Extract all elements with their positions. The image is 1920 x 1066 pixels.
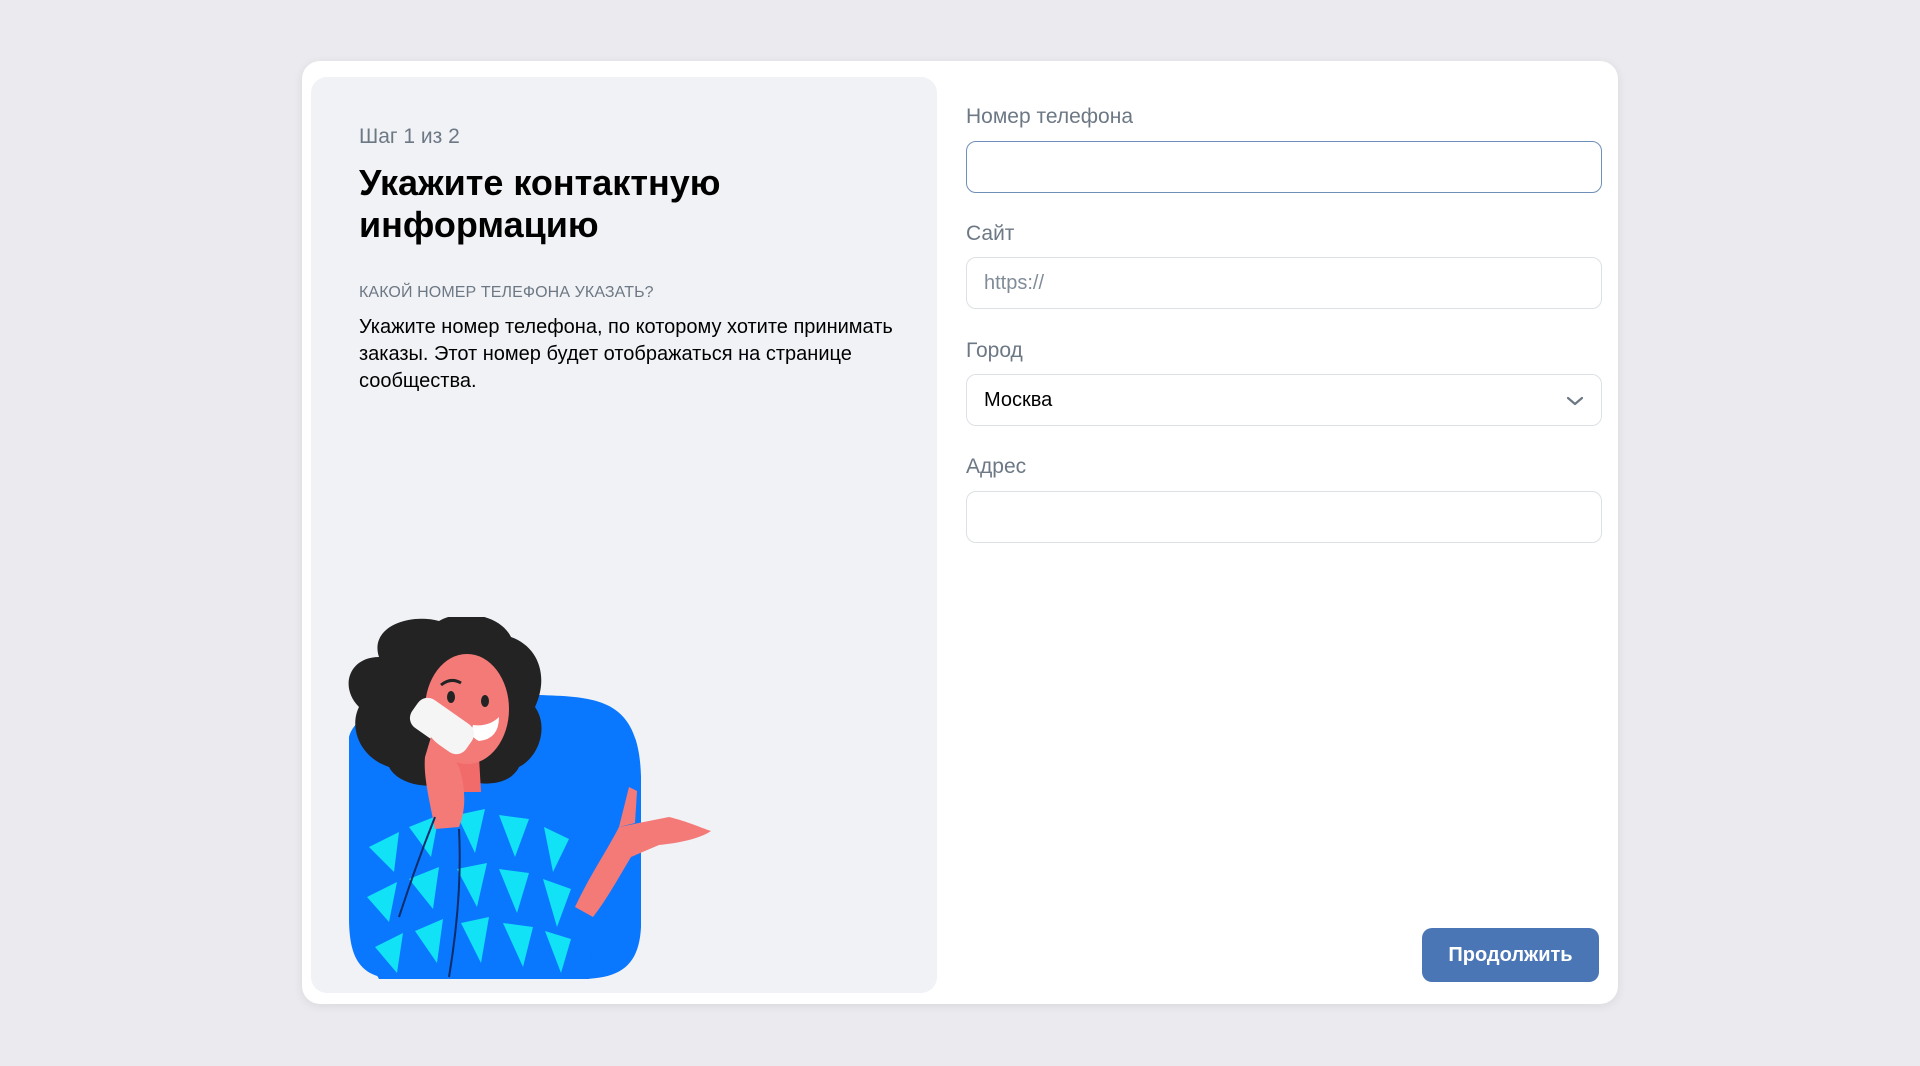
hint-description: Укажите номер телефона, по которому хоти… — [359, 316, 893, 392]
site-placeholder: https:// — [984, 272, 1045, 294]
contact-info-modal: Шаг 1 из 2 Укажите контактную информацию… — [302, 61, 1618, 1004]
address-input[interactable] — [966, 491, 1602, 543]
chevron-down-icon — [1566, 396, 1584, 406]
woman-on-phone-illustration — [348, 617, 711, 979]
phone-input[interactable] — [966, 141, 1602, 193]
page-title: Укажите контактную информацию — [359, 162, 721, 245]
city-select[interactable]: Москва — [966, 374, 1602, 426]
address-label: Адрес — [966, 455, 1027, 478]
site-input[interactable]: https:// — [966, 257, 1602, 309]
phone-label: Номер телефона — [966, 105, 1134, 128]
city-value: Москва — [984, 389, 1053, 411]
site-label: Сайт — [966, 222, 1015, 245]
step-indicator: Шаг 1 из 2 — [359, 125, 460, 148]
city-label: Город — [966, 339, 1023, 362]
hint-subheader: КАКОЙ НОМЕР ТЕЛЕФОНА УКАЗАТЬ? — [359, 284, 654, 301]
continue-button[interactable]: Продолжить — [1422, 928, 1599, 982]
info-panel: Шаг 1 из 2 Укажите контактную информацию… — [311, 77, 937, 993]
